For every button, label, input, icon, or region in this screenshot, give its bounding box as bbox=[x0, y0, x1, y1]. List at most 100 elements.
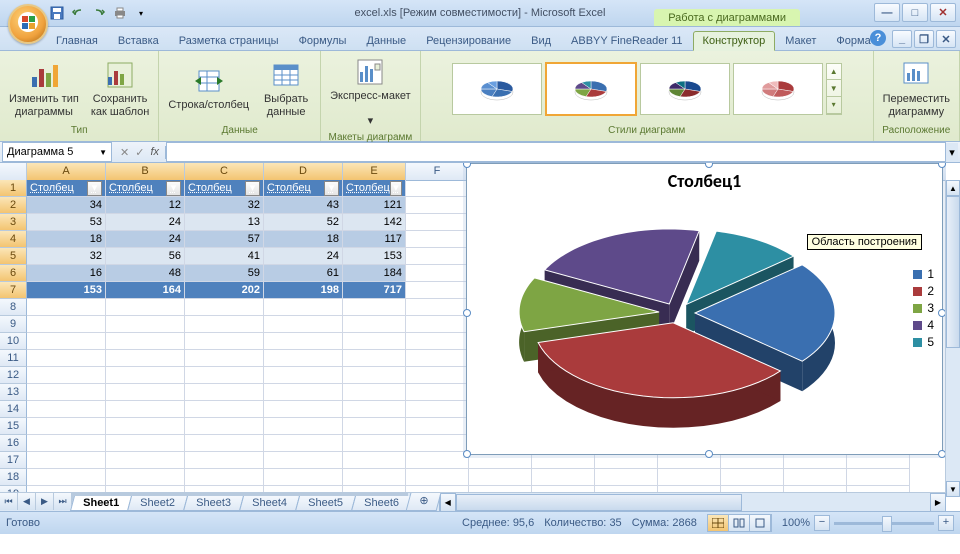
cell[interactable]: 164 bbox=[106, 282, 185, 299]
row-header[interactable]: 2 bbox=[0, 197, 27, 214]
cell[interactable] bbox=[343, 435, 406, 452]
cell[interactable] bbox=[406, 316, 469, 333]
column-header[interactable]: B bbox=[106, 163, 185, 180]
page-break-view-button[interactable] bbox=[750, 515, 771, 531]
cell[interactable] bbox=[406, 469, 469, 486]
filter-icon[interactable]: ▾ bbox=[87, 181, 102, 196]
row-header[interactable]: 6 bbox=[0, 265, 27, 282]
column-header[interactable]: F bbox=[406, 163, 469, 180]
zoom-in-button[interactable]: + bbox=[938, 515, 954, 531]
legend-item[interactable]: 3 bbox=[913, 301, 934, 315]
save-icon[interactable] bbox=[48, 4, 66, 22]
cell[interactable] bbox=[406, 197, 469, 214]
cell[interactable] bbox=[27, 469, 106, 486]
chart-title[interactable]: Столбец1 bbox=[467, 164, 942, 198]
cell[interactable] bbox=[406, 333, 469, 350]
cell[interactable]: 57 bbox=[185, 231, 264, 248]
zoom-slider[interactable] bbox=[834, 522, 934, 525]
cell[interactable] bbox=[343, 469, 406, 486]
column-header[interactable]: A bbox=[27, 163, 106, 180]
row-header[interactable]: 18 bbox=[0, 469, 27, 486]
cell[interactable] bbox=[343, 316, 406, 333]
sheet-nav-next-icon[interactable]: ▶ bbox=[36, 493, 54, 510]
sheet-nav-prev-icon[interactable]: ◀ bbox=[18, 493, 36, 510]
cell[interactable] bbox=[264, 350, 343, 367]
qat-customize-icon[interactable]: ▾ bbox=[132, 4, 150, 22]
tab-Рецензирование[interactable]: Рецензирование bbox=[416, 31, 521, 50]
cell[interactable] bbox=[264, 435, 343, 452]
chart-style-3[interactable] bbox=[640, 63, 730, 115]
cell[interactable]: 121 bbox=[343, 197, 406, 214]
cell[interactable] bbox=[27, 333, 106, 350]
cell[interactable] bbox=[343, 299, 406, 316]
cell[interactable] bbox=[406, 418, 469, 435]
help-button[interactable]: ? bbox=[870, 30, 886, 46]
legend-item[interactable]: 5 bbox=[913, 335, 934, 349]
cell[interactable] bbox=[264, 384, 343, 401]
cell[interactable]: 717 bbox=[343, 282, 406, 299]
cell[interactable]: 12 bbox=[106, 197, 185, 214]
cell[interactable] bbox=[106, 435, 185, 452]
cell[interactable] bbox=[406, 384, 469, 401]
hscroll-thumb[interactable] bbox=[456, 494, 743, 511]
cell[interactable] bbox=[406, 299, 469, 316]
cell[interactable]: 18 bbox=[27, 231, 106, 248]
sheet-nav-last-icon[interactable]: ⏭ bbox=[54, 493, 72, 510]
cell[interactable]: 153 bbox=[343, 248, 406, 265]
cell[interactable]: 43 bbox=[264, 197, 343, 214]
legend-item[interactable]: 4 bbox=[913, 318, 934, 332]
redo-icon[interactable] bbox=[90, 4, 108, 22]
cell[interactable] bbox=[27, 350, 106, 367]
cell[interactable] bbox=[264, 316, 343, 333]
cell[interactable] bbox=[343, 367, 406, 384]
row-header[interactable]: 3 bbox=[0, 214, 27, 231]
formula-expand-icon[interactable]: ▾ bbox=[946, 143, 958, 161]
chart-style-1[interactable] bbox=[452, 63, 542, 115]
quick-layout-button[interactable]: Экспресс-макет▾ bbox=[326, 54, 415, 130]
scroll-left-icon[interactable]: ◀ bbox=[440, 493, 456, 512]
chart-style-2[interactable] bbox=[545, 62, 637, 116]
horizontal-scrollbar[interactable]: ◀ ▶ bbox=[439, 493, 946, 511]
cell[interactable] bbox=[106, 452, 185, 469]
cell[interactable] bbox=[406, 282, 469, 299]
scroll-thumb[interactable] bbox=[946, 196, 960, 348]
column-header[interactable]: C bbox=[185, 163, 264, 180]
cell[interactable] bbox=[185, 418, 264, 435]
cell[interactable] bbox=[185, 333, 264, 350]
cell[interactable] bbox=[106, 367, 185, 384]
name-box[interactable]: Диаграмма 5▼ bbox=[2, 142, 112, 162]
row-header[interactable]: 9 bbox=[0, 316, 27, 333]
cell[interactable] bbox=[185, 350, 264, 367]
cell[interactable] bbox=[469, 469, 532, 486]
cell[interactable] bbox=[658, 469, 721, 486]
cell[interactable] bbox=[27, 367, 106, 384]
cell[interactable]: 56 bbox=[106, 248, 185, 265]
cell[interactable]: 53 bbox=[27, 214, 106, 231]
sheet-tab[interactable]: Sheet6 bbox=[351, 496, 412, 511]
doc-restore-button[interactable]: ❐ bbox=[914, 30, 934, 48]
cell[interactable] bbox=[27, 299, 106, 316]
move-chart-button[interactable]: Переместить диаграмму bbox=[879, 57, 954, 120]
tab-Данные[interactable]: Данные bbox=[356, 31, 416, 50]
cell[interactable]: 184 bbox=[343, 265, 406, 282]
cell[interactable] bbox=[185, 299, 264, 316]
scroll-up-icon[interactable]: ▲ bbox=[946, 180, 960, 196]
cell[interactable]: 59 bbox=[185, 265, 264, 282]
cell[interactable] bbox=[106, 316, 185, 333]
cell[interactable]: 117 bbox=[343, 231, 406, 248]
cell[interactable] bbox=[406, 180, 469, 197]
cell[interactable] bbox=[27, 452, 106, 469]
tab-Главная[interactable]: Главная bbox=[46, 31, 108, 50]
cell[interactable] bbox=[406, 265, 469, 282]
cell[interactable] bbox=[106, 333, 185, 350]
cell[interactable] bbox=[406, 350, 469, 367]
row-header[interactable]: 16 bbox=[0, 435, 27, 452]
close-button[interactable]: ✕ bbox=[930, 3, 956, 22]
row-header[interactable]: 8 bbox=[0, 299, 27, 316]
cell[interactable] bbox=[106, 418, 185, 435]
new-sheet-button[interactable]: ⊕ bbox=[406, 493, 442, 511]
vertical-scrollbar[interactable]: ▲ ▼ bbox=[945, 180, 960, 497]
tab-Макет[interactable]: Макет bbox=[775, 31, 826, 50]
chart-style-4[interactable] bbox=[733, 63, 823, 115]
cell[interactable]: 61 bbox=[264, 265, 343, 282]
